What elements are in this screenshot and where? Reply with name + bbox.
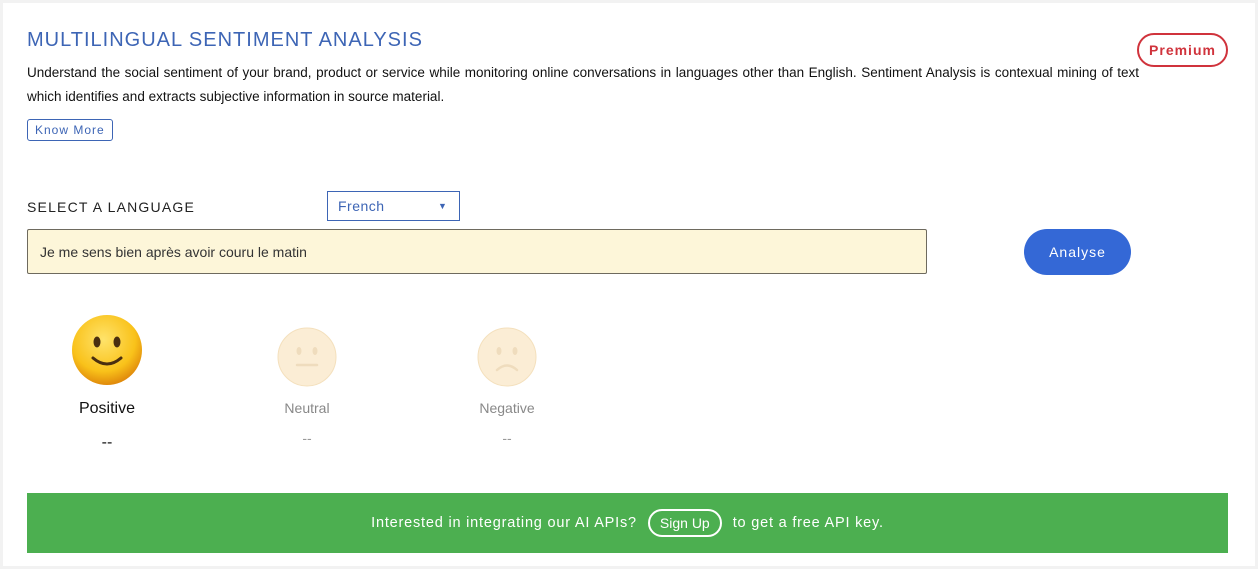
negative-score: -- bbox=[502, 430, 512, 446]
text-input[interactable] bbox=[27, 229, 927, 274]
language-selected-value: French bbox=[338, 198, 385, 214]
sentiment-analysis-card: MULTILINGUAL SENTIMENT ANALYSIS Premium … bbox=[3, 3, 1255, 566]
slightly-smiling-face-icon bbox=[72, 315, 142, 385]
api-signup-banner: Interested in integrating our AI APIs? S… bbox=[27, 493, 1228, 553]
banner-text-after: to get a free API key. bbox=[732, 515, 884, 531]
neutral-score: -- bbox=[302, 430, 312, 446]
description-text: Understand the social sentiment of your … bbox=[27, 65, 1139, 104]
sentiment-negative: Negative -- bbox=[457, 327, 557, 446]
know-more-button[interactable]: Know More bbox=[27, 119, 113, 141]
frowning-face-icon bbox=[477, 327, 537, 387]
neutral-face-icon bbox=[277, 327, 337, 387]
sentiment-positive: Positive -- bbox=[57, 314, 157, 452]
sign-up-button[interactable]: Sign Up bbox=[647, 509, 722, 537]
analyse-button[interactable]: Analyse bbox=[1024, 229, 1131, 275]
neutral-label: Neutral bbox=[284, 400, 330, 416]
negative-label: Negative bbox=[479, 400, 535, 416]
page-title: MULTILINGUAL SENTIMENT ANALYSIS bbox=[27, 29, 423, 51]
chevron-down-icon: ▼ bbox=[438, 201, 447, 211]
banner-text-before: Interested in integrating our AI APIs? bbox=[371, 515, 637, 531]
premium-badge[interactable]: Premium bbox=[1137, 33, 1228, 67]
positive-label: Positive bbox=[78, 400, 136, 417]
language-label: SELECT A LANGUAGE bbox=[27, 199, 195, 215]
sentiment-neutral: Neutral -- bbox=[257, 327, 357, 446]
positive-score: -- bbox=[101, 434, 113, 451]
language-select[interactable]: French ▼ bbox=[327, 191, 460, 221]
